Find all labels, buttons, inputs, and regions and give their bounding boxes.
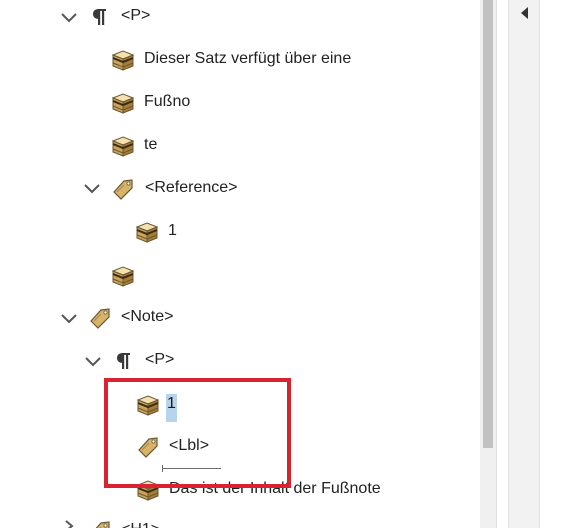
tree-node-label: <P> <box>121 7 151 24</box>
chevron-down-icon[interactable] <box>60 12 78 24</box>
content-container-icon <box>134 219 160 245</box>
chevron-down-icon[interactable] <box>84 356 102 368</box>
content-container-icon <box>110 263 136 289</box>
content-container-icon <box>110 133 136 159</box>
tree-node-label: 1 <box>168 222 177 239</box>
content-container-icon <box>110 90 136 116</box>
tree-node-label: <H1> <box>121 520 160 528</box>
tags-panel-window: <P> Dieser Satz verfügt über eine Fußno … <box>0 0 565 528</box>
tree-node-label: te <box>144 136 158 153</box>
tag-icon <box>87 305 113 331</box>
tree-node-label: <Reference> <box>145 179 238 196</box>
annotation-highlight-box <box>104 378 291 488</box>
tree-node-label: Fußno <box>144 93 191 110</box>
tag-icon <box>87 518 113 528</box>
chevron-right-icon[interactable] <box>60 520 78 528</box>
triangle-left-icon[interactable] <box>518 5 530 21</box>
tree-node-label: <Note> <box>121 308 174 325</box>
chevron-down-icon[interactable] <box>60 313 78 325</box>
tree-node-label: Dieser Satz verfügt über eine <box>144 50 352 67</box>
pilcrow-icon <box>111 348 137 374</box>
collapse-strip[interactable] <box>508 0 540 528</box>
tree-node-label: <P> <box>145 351 175 368</box>
pilcrow-icon <box>87 4 113 30</box>
vertical-scrollbar-thumb[interactable] <box>483 0 493 448</box>
tag-icon <box>110 176 136 202</box>
content-container-icon <box>110 47 136 73</box>
chevron-down-icon[interactable] <box>83 183 101 195</box>
